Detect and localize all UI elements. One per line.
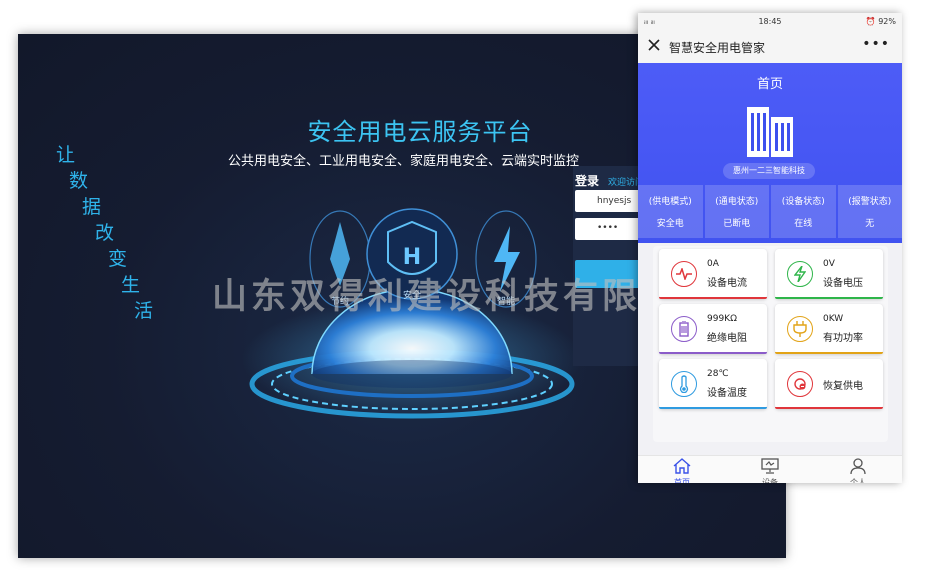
card-accent xyxy=(659,352,767,354)
tab-bar: 首页 设备 个人 xyxy=(638,455,902,483)
card-value: 0A xyxy=(707,259,719,269)
status-value: 在线 xyxy=(794,219,813,229)
power-card[interactable]: 0KW 有功功率 xyxy=(775,304,883,354)
tab-label: 首页 xyxy=(674,478,690,483)
tab-home[interactable]: 首页 xyxy=(652,458,712,483)
password-field[interactable]: •••• xyxy=(575,218,643,240)
restore-power-icon xyxy=(787,371,813,397)
card-label: 绝缘电阻 xyxy=(707,333,747,344)
tab-label: 个人 xyxy=(850,478,866,483)
person-icon xyxy=(850,458,866,475)
status-label: (通电状态) xyxy=(715,197,759,207)
card-label: 设备电流 xyxy=(707,278,747,289)
battery-level: 92% xyxy=(878,17,896,26)
card-value: 28℃ xyxy=(707,369,729,379)
current-icon xyxy=(671,261,697,287)
platform-title-text: 安全用电云服务平台 xyxy=(307,118,533,146)
tab-profile[interactable]: 个人 xyxy=(828,458,888,483)
platform-subtitle: 公共用电安全、工业用电安全、家庭用电安全、云端实时监控 xyxy=(228,154,580,169)
card-value: 999KΩ xyxy=(707,314,737,324)
status-value: 安全电 xyxy=(656,219,684,229)
card-label: 恢复供电 xyxy=(823,381,863,392)
status-power-mode: (供电模式) 安全电 xyxy=(638,185,703,238)
nav-bar: 智慧安全用电管家 ••• xyxy=(638,31,902,63)
resistance-icon xyxy=(671,316,697,342)
thermometer-icon xyxy=(671,371,697,397)
card-value: 0KW xyxy=(823,314,844,324)
battery-indicator: ⏰ 92% xyxy=(866,17,896,26)
status-value: 已断电 xyxy=(723,219,751,229)
more-menu-icon[interactable]: ••• xyxy=(862,36,890,52)
voltage-card[interactable]: 0V 设备电压 xyxy=(775,249,883,299)
tab-device[interactable]: 设备 xyxy=(740,458,800,483)
nav-title: 智慧安全用电管家 xyxy=(669,41,766,55)
card-accent xyxy=(775,297,883,299)
tab-label: 设备 xyxy=(762,478,778,483)
slogan-char: 变 xyxy=(108,248,128,270)
temperature-card[interactable]: 28℃ 设备温度 xyxy=(659,359,767,409)
card-accent xyxy=(659,407,767,409)
login-title: 登录 xyxy=(575,174,600,188)
company-badge: 惠州一二三智能科技 xyxy=(723,163,815,179)
power-plug-icon xyxy=(787,316,813,342)
card-accent xyxy=(775,352,883,354)
slogan-char: 活 xyxy=(134,300,154,322)
card-label: 设备电压 xyxy=(823,278,863,289)
status-device: (设备状态) 在线 xyxy=(771,185,836,238)
voltage-icon xyxy=(787,261,813,287)
slogan-char: 据 xyxy=(82,196,102,218)
mobile-app-screen: ᵢₗₗ ᵢₗₗ 18:45 ⏰ 92% 智慧安全用电管家 ••• 首页 惠州一二… xyxy=(638,13,902,483)
card-value: 0V xyxy=(823,259,835,269)
restore-power-card[interactable]: 恢复供电 xyxy=(775,359,883,409)
slogan-char: 改 xyxy=(95,222,115,244)
status-label: (报警状态) xyxy=(848,197,892,207)
close-icon[interactable] xyxy=(648,39,660,51)
username-field[interactable]: hnyesjs xyxy=(575,190,643,212)
status-bar: ᵢₗₗ ᵢₗₗ 18:45 ⏰ 92% xyxy=(638,13,902,31)
status-alarm: (报警状态) 无 xyxy=(837,185,902,238)
card-accent xyxy=(659,297,767,299)
slogan-char: 数 xyxy=(69,170,89,192)
current-card[interactable]: 0A 设备电流 xyxy=(659,249,767,299)
svg-text:H: H xyxy=(403,245,421,270)
watermark: 山东双得利建设科技有限 xyxy=(212,277,642,317)
card-accent xyxy=(775,407,883,409)
resistance-card[interactable]: 999KΩ 绝缘电阻 xyxy=(659,304,767,354)
status-time: 18:45 xyxy=(758,17,782,26)
status-value: 无 xyxy=(865,219,875,229)
status-label: (设备状态) xyxy=(781,197,825,207)
status-row: (供电模式) 安全电 (通电状态) 已断电 (设备状态) 在线 (报警状态) 无 xyxy=(638,185,902,238)
device-icon xyxy=(761,458,779,474)
home-icon xyxy=(673,458,691,474)
page-title: 首页 xyxy=(756,77,783,92)
card-label: 设备温度 xyxy=(707,388,747,399)
building-icon xyxy=(747,107,793,157)
status-label: (供电模式) xyxy=(648,197,692,207)
status-energized: (通电状态) 已断电 xyxy=(704,185,769,238)
card-label: 有功功率 xyxy=(823,333,863,344)
alarm-icon: ⏰ xyxy=(865,17,876,26)
slogan-char: 生 xyxy=(121,274,141,296)
screenshot-root: 让 数 据 改 变 生 活 安全用电云服务平台 公共用电安全、工业用电安全、家庭… xyxy=(0,0,932,570)
